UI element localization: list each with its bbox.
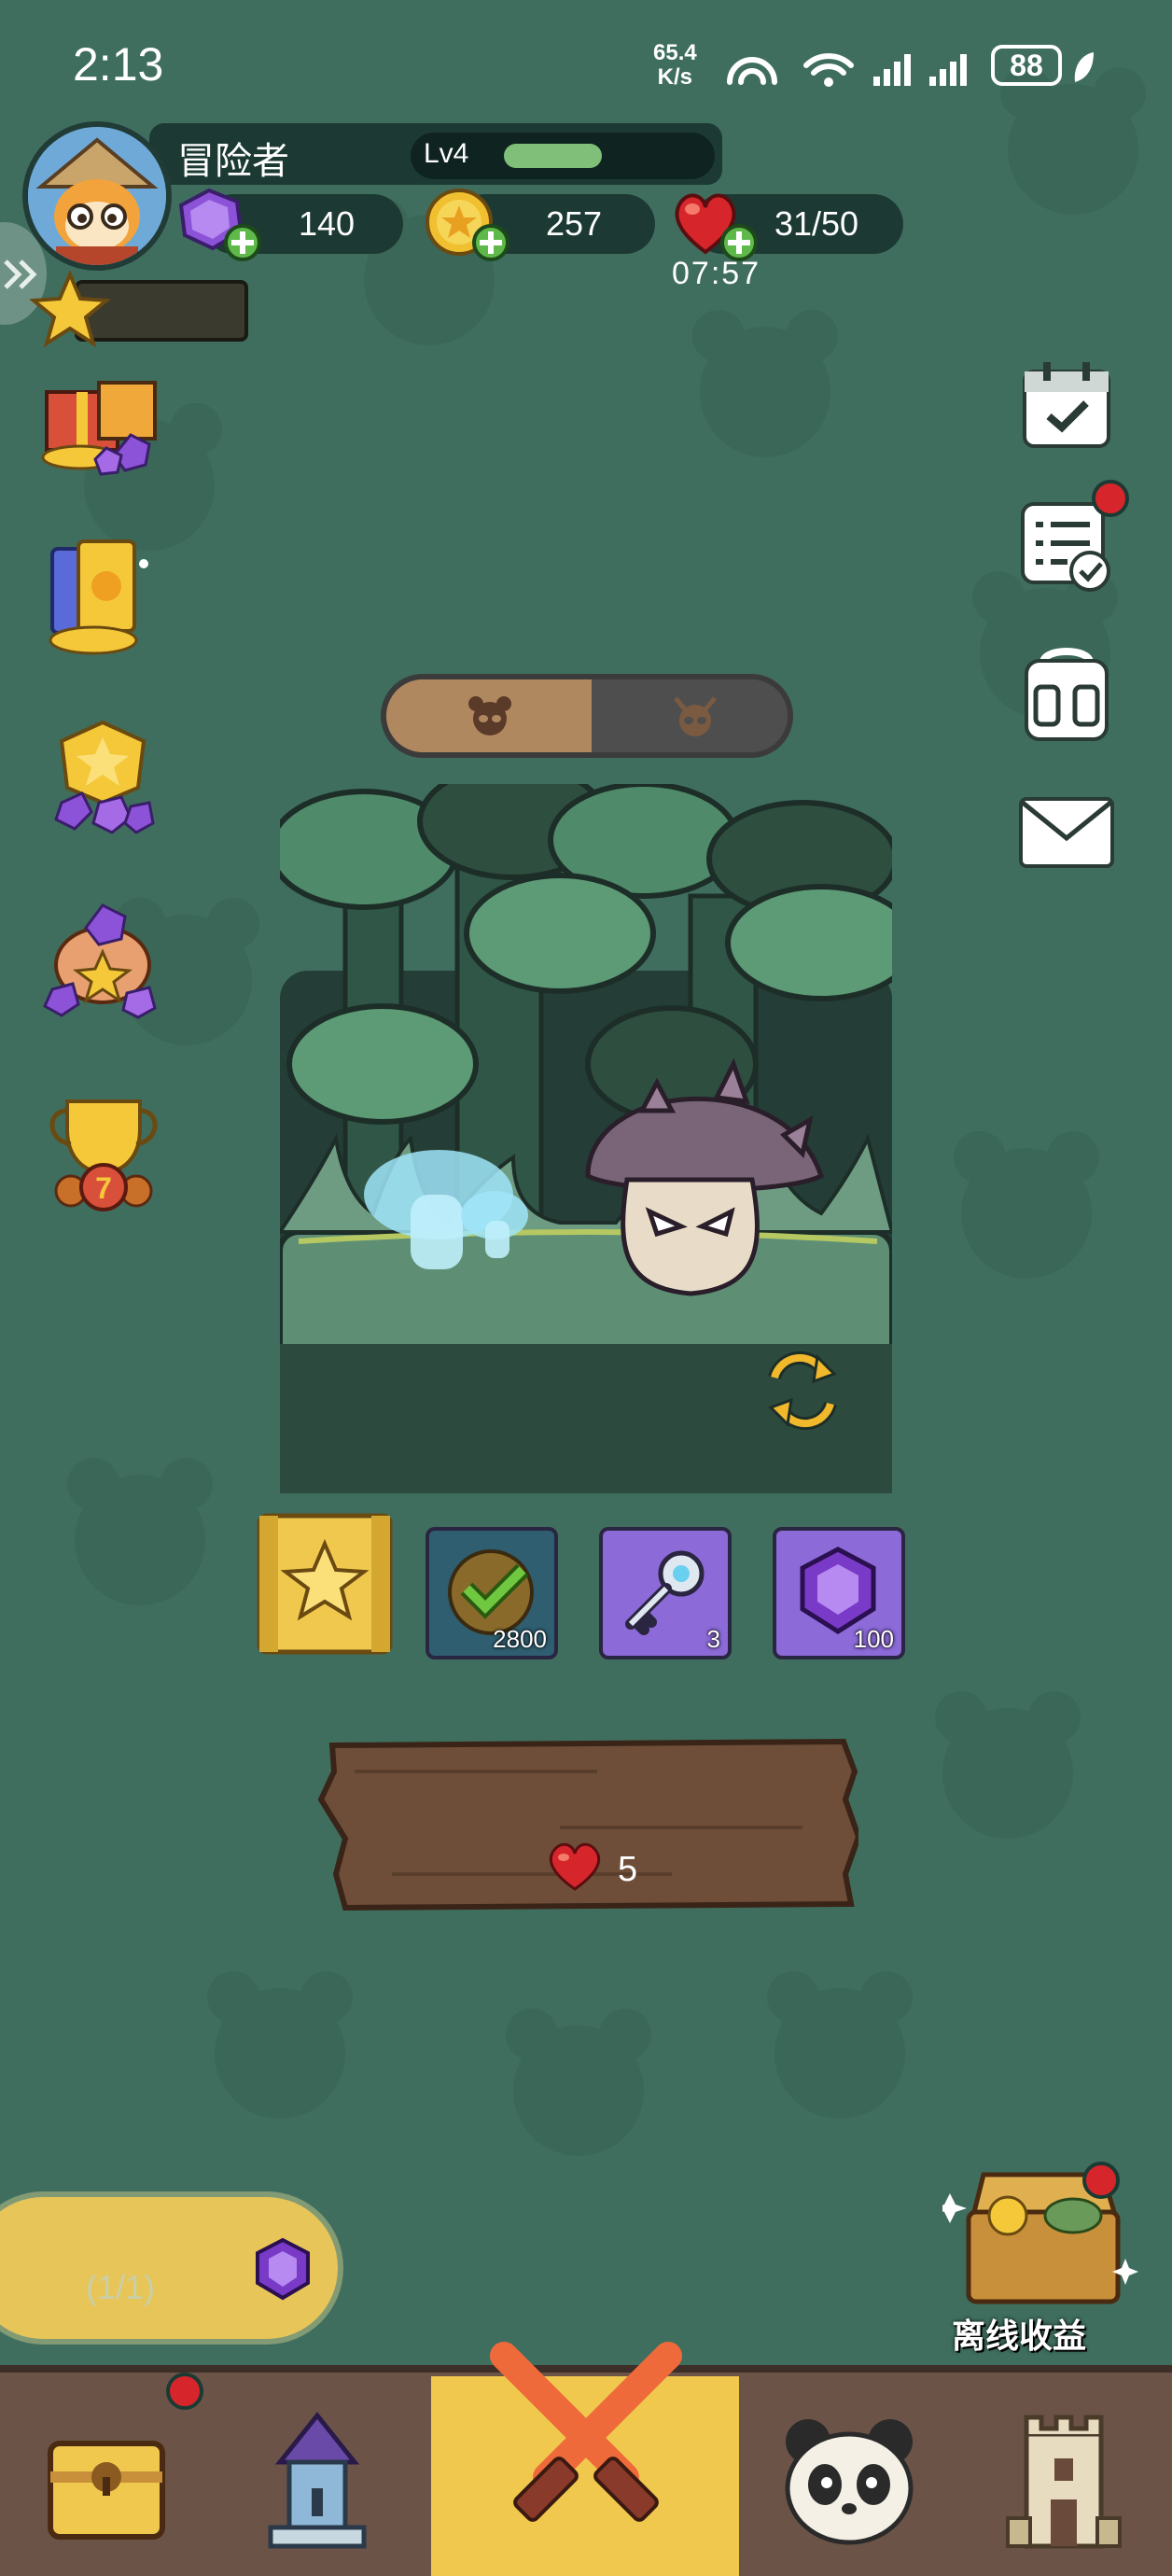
gem-count: 140	[298, 204, 356, 243]
avatar[interactable]	[22, 121, 172, 271]
battle-stage-scene	[280, 784, 892, 1493]
piggy-bank-icon[interactable]	[34, 896, 174, 1036]
star-badge-icon[interactable]	[30, 271, 110, 351]
reward-amount: 100	[853, 1625, 894, 1653]
reward-amount: 3	[706, 1625, 720, 1653]
heart-regen-timer: 07:57	[672, 256, 761, 291]
star-gem-reward-icon[interactable]	[34, 713, 174, 853]
reward-slot-key[interactable]: 3	[599, 1527, 732, 1659]
network-speed-unit: K/s	[657, 64, 693, 90]
nav-castle-tab[interactable]	[970, 2387, 1157, 2574]
svg-text:7: 7	[95, 1171, 112, 1205]
level-progress-fill	[504, 144, 602, 168]
mode-normal-tab[interactable]	[386, 679, 592, 752]
trophy-7-day-icon[interactable]: 7	[34, 1083, 174, 1223]
gift-pack-icon[interactable]	[34, 355, 174, 495]
nav-battle-tab[interactable]	[476, 2328, 696, 2548]
reward-amount: 2800	[493, 1625, 547, 1653]
heart-cost-icon	[549, 1842, 601, 1891]
star-chest-icon[interactable]	[254, 1510, 396, 1659]
calendar-icon[interactable]	[1015, 355, 1118, 457]
network-speed: 65.4 K/s	[653, 41, 697, 90]
status-time: 2:13	[73, 38, 164, 91]
chest-notification-dot	[166, 2373, 203, 2410]
quest-progress: (1/1)	[86, 2268, 156, 2306]
challenge-cost: 5	[618, 1850, 638, 1889]
quest-gem-icon	[256, 2237, 310, 2301]
reward-slot-coin[interactable]: 2800	[426, 1527, 558, 1659]
heart-add-icon[interactable]	[668, 187, 761, 265]
nav-chest-tab[interactable]	[13, 2387, 200, 2574]
coin-add-icon[interactable]	[420, 187, 513, 265]
task-notification-dot	[1092, 480, 1129, 517]
mode-hard-tab[interactable]	[592, 679, 788, 752]
nav-tower-tab[interactable]	[224, 2387, 411, 2574]
reward-slot-gem[interactable]: 100	[773, 1527, 905, 1659]
card-pack-icon[interactable]	[34, 532, 174, 672]
coin-count: 257	[545, 204, 603, 243]
player-name[interactable]: 冒险者	[177, 131, 289, 185]
mail-icon[interactable]	[1015, 780, 1118, 883]
offline-notification-dot	[1082, 2162, 1120, 2199]
backpack-icon[interactable]	[1015, 642, 1118, 745]
leaf-icon	[1074, 52, 1094, 82]
demon-head-icon	[674, 696, 717, 736]
mode-toggle[interactable]	[381, 674, 793, 758]
nav-panda-tab[interactable]	[756, 2387, 942, 2574]
gem-add-icon[interactable]	[172, 187, 265, 265]
offline-rewards-label: 离线收益	[952, 2317, 1087, 2355]
signal-icons	[727, 53, 967, 87]
battery-indicator: 88	[991, 45, 1062, 86]
adventurer-avatar-icon	[28, 127, 166, 265]
network-speed-value: 65.4	[653, 40, 697, 65]
level-label: Lv4	[424, 138, 469, 169]
panda-head-icon	[468, 696, 511, 735]
